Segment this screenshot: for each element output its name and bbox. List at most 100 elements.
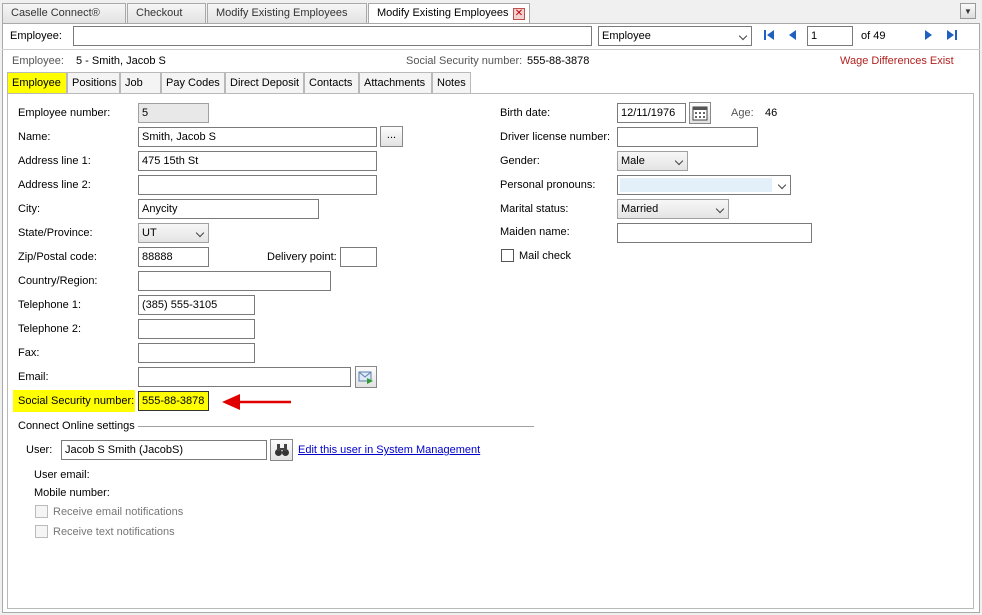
tab-label: Direct Deposit [230,77,300,89]
employee-number-field: 5 [138,103,209,123]
tab-label: Notes [437,77,466,89]
delivery-point-field[interactable] [340,247,377,267]
tab-contacts[interactable]: Contacts [304,72,359,93]
last-record-icon[interactable] [944,27,960,43]
doc-tab-label: Checkout [136,7,183,19]
user-field[interactable]: Jacob S Smith (JacobS) [61,440,267,460]
marital-label: Marital status: [500,203,569,215]
name-lookup-button[interactable]: ... [380,126,403,147]
next-record-icon[interactable] [920,27,936,43]
tab-label: Job [125,77,143,89]
email-field[interactable] [138,367,351,387]
state-label: State/Province: [18,227,93,239]
tab-positions[interactable]: Positions [67,72,120,93]
red-arrow-icon [222,394,291,410]
state-select[interactable]: UT [138,223,209,243]
doc-tab-caselle-connect[interactable]: Caselle Connect® [2,3,126,23]
tab-employee[interactable]: Employee [7,72,67,93]
lookup-type-value: Employee [602,30,651,42]
city-field[interactable]: Anycity [138,199,319,219]
user-email-label: User email: [34,469,90,481]
section-divider [138,426,534,427]
zip-field[interactable]: 88888 [138,247,209,267]
email-notifications-label: Receive email notifications [53,506,184,518]
header-ssn-value: 555-88-3878 [527,55,590,67]
marital-select[interactable]: Married [617,199,729,219]
calendar-icon [692,106,708,121]
lookup-label: Employee: [10,30,62,42]
tab-attachments[interactable]: Attachments [359,72,432,93]
address1-label: Address line 1: [18,155,91,167]
tab-label: Attachments [364,77,426,89]
tab-notes[interactable]: Notes [432,72,471,93]
employee-lookup-input[interactable] [73,26,592,46]
telephone2-label: Telephone 2: [18,323,81,335]
header-employee-label: Employee: [12,55,64,67]
marital-value: Married [621,203,659,215]
fax-label: Fax: [18,347,40,359]
address2-field[interactable] [138,175,377,195]
pronouns-label: Personal pronouns: [500,179,596,191]
zip-label: Zip/Postal code: [18,251,97,263]
edit-user-link[interactable]: Edit this user in System Management [298,444,480,456]
name-label: Name: [18,131,51,143]
user-search-button[interactable] [270,439,293,461]
chevron-down-icon [195,228,205,238]
mail-check-checkbox[interactable] [501,249,514,262]
pronouns-value-area [620,178,772,192]
mobile-number-label: Mobile number: [34,487,110,499]
doc-tab-label: Modify Existing Employees [377,7,509,19]
user-label: User: [26,444,53,456]
previous-record-icon[interactable] [785,27,801,43]
telephone1-label: Telephone 1: [18,299,81,311]
birth-date-field[interactable]: 12/11/1976 [617,103,686,123]
maiden-name-label: Maiden name: [500,226,570,238]
address1-field[interactable]: 475 15th St [138,151,377,171]
first-record-icon[interactable] [761,27,777,43]
name-field[interactable]: Smith, Jacob S [138,127,377,147]
divider [2,49,980,50]
gender-value: Male [621,155,645,167]
header-employee-value: 5 - Smith, Jacob S [76,55,166,67]
send-email-button[interactable] [355,366,377,388]
online-section-title: Connect Online settings [18,420,135,432]
delivery-point-label: Delivery point: [267,251,337,263]
chevron-down-icon [674,156,684,166]
doc-tab-checkout[interactable]: Checkout [127,3,206,23]
gender-label: Gender: [500,155,540,167]
email-notifications-checkbox[interactable] [35,505,48,518]
tab-job[interactable]: Job [120,72,161,93]
tab-pay-codes[interactable]: Pay Codes [161,72,225,93]
record-total: of 49 [861,30,886,42]
country-label: Country/Region: [18,275,98,287]
calendar-button[interactable] [689,102,711,124]
driver-license-label: Driver license number: [500,131,611,143]
tab-menu-chevron-icon[interactable]: ▼ [960,3,976,19]
employee-number-label: Employee number: [18,107,111,119]
chevron-down-icon [738,31,748,41]
telephone2-field[interactable] [138,319,255,339]
mail-check-label: Mail check [519,250,571,262]
binoculars-icon [274,444,289,456]
fax-field[interactable] [138,343,255,363]
record-number-input[interactable]: 1 [807,26,853,46]
ssn-field[interactable]: 555-88-3878 [138,391,209,411]
pronouns-select[interactable] [617,175,791,195]
doc-tab-modify-employees-2[interactable]: Modify Existing Employees ✕ [368,3,530,24]
country-field[interactable] [138,271,331,291]
gender-select[interactable]: Male [617,151,688,171]
tab-direct-deposit[interactable]: Direct Deposit [225,72,304,93]
chevron-down-icon [777,180,787,190]
close-icon[interactable]: ✕ [513,8,525,20]
driver-license-field[interactable] [617,127,758,147]
doc-tab-modify-employees-1[interactable]: Modify Existing Employees [207,3,367,23]
text-notifications-checkbox[interactable] [35,525,48,538]
telephone1-field[interactable]: (385) 555-3105 [138,295,255,315]
age-value: 46 [765,107,778,119]
maiden-name-field[interactable] [617,223,812,243]
lookup-type-select[interactable]: Employee [598,26,752,46]
birth-date-label: Birth date: [500,107,551,119]
age-label: Age: [731,107,754,119]
chevron-down-icon [715,204,725,214]
text-notifications-label: Receive text notifications [53,526,175,538]
